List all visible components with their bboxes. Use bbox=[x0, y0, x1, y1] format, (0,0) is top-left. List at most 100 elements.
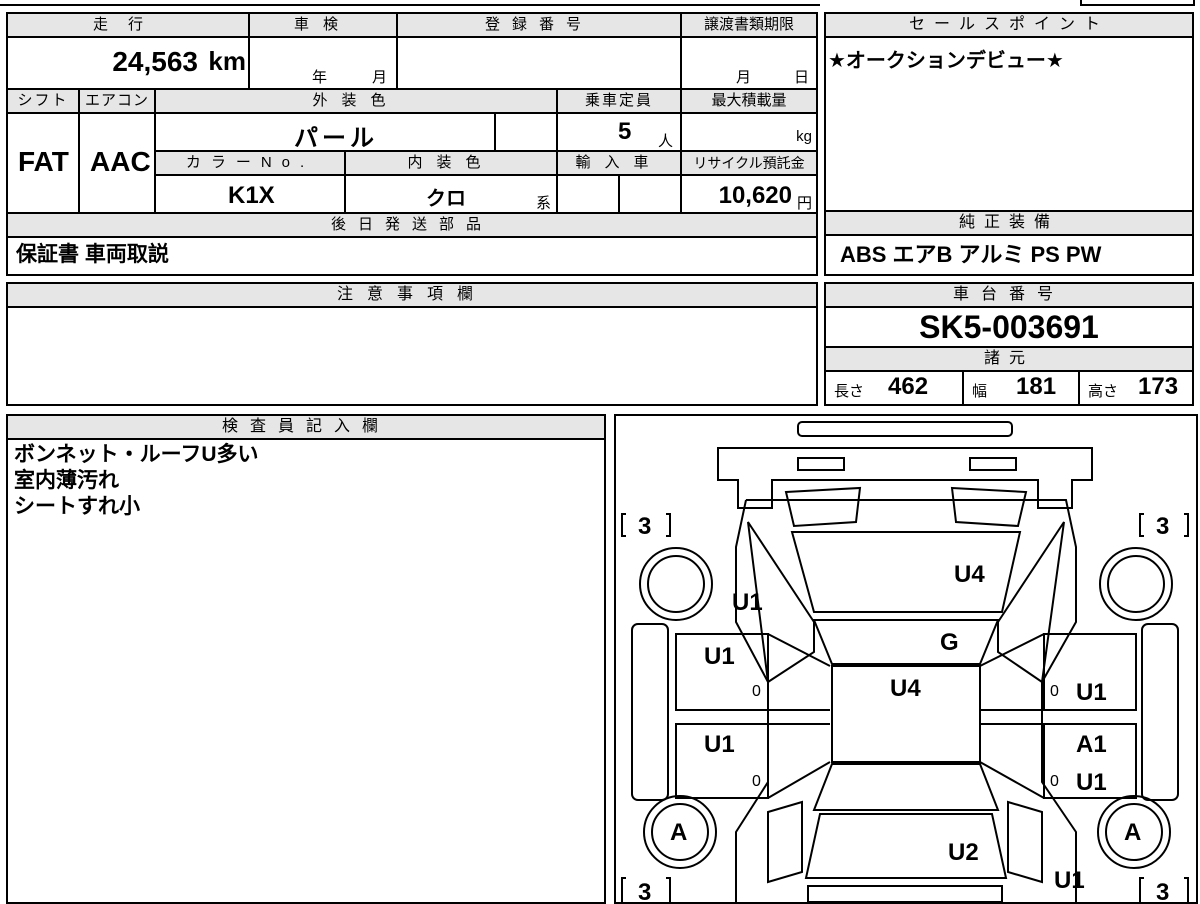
capacity-unit: 人 bbox=[658, 133, 674, 150]
interior-color-suffix: 系 bbox=[536, 195, 552, 212]
exterior-color-value: パール bbox=[294, 125, 378, 152]
transfer-deadline-label: 譲渡書類期限 bbox=[682, 14, 816, 38]
mileage-value: 24,563 bbox=[112, 46, 198, 77]
capacity-label: 乗車定員 bbox=[558, 90, 682, 114]
vehicle-info-grid: 走行 車検 登録番号 譲渡書類期限 24,563 km 年 月 月 日 シフト … bbox=[6, 12, 818, 276]
hood-panel bbox=[790, 531, 1022, 613]
rear-quarter-right bbox=[1007, 800, 1043, 884]
spec-height-value: 173 bbox=[1138, 373, 1179, 400]
rear-quarter-left bbox=[767, 800, 803, 884]
interior-color-label: 内装色 bbox=[346, 152, 558, 176]
capacity-cell: 5 人 bbox=[558, 114, 682, 152]
front-light-left bbox=[797, 457, 845, 471]
mark-front-left-fender: U1 bbox=[732, 589, 763, 616]
mileage-unit: km bbox=[208, 46, 246, 76]
inspection-cell: 年 月 bbox=[250, 38, 398, 90]
equipment-label: 純正装備 bbox=[826, 212, 1192, 236]
mark-left-front-door: U1 bbox=[704, 643, 735, 670]
front-light-right bbox=[969, 457, 1017, 471]
tire-depth-rr: 3 bbox=[1156, 879, 1169, 902]
ac-label: エアコン bbox=[80, 90, 156, 114]
ac-value: AAC bbox=[90, 146, 151, 177]
mileage-cell: 24,563 km bbox=[8, 38, 250, 90]
spec-length-value: 462 bbox=[888, 373, 929, 400]
wheel-front-right bbox=[1099, 547, 1173, 621]
max-load-unit: kg bbox=[796, 128, 812, 145]
tire-depth-rl: 3 bbox=[638, 879, 651, 902]
interior-color-value: クロ bbox=[426, 188, 466, 210]
ac-cell: AAC bbox=[80, 114, 156, 214]
headlight-left bbox=[784, 486, 862, 528]
mark-rear-hatch: U2 bbox=[948, 839, 979, 866]
inspector-box: 検査員記入欄 ボンネット・ルーフU多い 室内薄汚れ シートすれ小 bbox=[6, 414, 606, 904]
sales-point-label: セールスポイント bbox=[826, 14, 1192, 38]
deadline-day-unit: 日 bbox=[794, 69, 810, 86]
shift-value: FAT bbox=[18, 146, 69, 177]
tire-depth-fr: 3 bbox=[1156, 513, 1169, 540]
sill-right bbox=[1141, 623, 1179, 801]
mark-rear-left-wheel: A bbox=[670, 819, 687, 846]
spec-width: 幅 181 bbox=[964, 370, 1080, 404]
registration-label: 登録番号 bbox=[398, 14, 682, 38]
notes-label: 注意事項欄 bbox=[8, 284, 816, 308]
mark-left-front-door-zero: 0 bbox=[752, 683, 761, 700]
color-no-label: カラーNo. bbox=[156, 152, 346, 176]
import-cell-b bbox=[620, 176, 682, 214]
inspector-line-1: ボンネット・ルーフU多い bbox=[14, 443, 259, 466]
wheel-front-left bbox=[639, 547, 713, 621]
mark-windshield: G bbox=[940, 629, 959, 656]
mark-rear-right-wheel: A bbox=[1124, 819, 1141, 846]
tire-depth-fl: 3 bbox=[638, 513, 651, 540]
notes-box: 注意事項欄 bbox=[6, 282, 818, 406]
door-line-right bbox=[979, 633, 1045, 799]
chassis-number: SK5-003691 bbox=[919, 309, 1099, 345]
shift-cell: FAT bbox=[8, 114, 80, 214]
shift-label: シフト bbox=[8, 90, 80, 114]
mark-right-front-door-zero: 0 bbox=[1050, 683, 1059, 700]
recycle-cell: 10,620 円 bbox=[682, 176, 816, 214]
sales-point-box: セールスポイント ★オークションデビュー★ bbox=[824, 12, 1194, 212]
mark-left-rear-door-zero: 0 bbox=[752, 773, 761, 790]
spec-height: 高さ 173 bbox=[1080, 370, 1192, 404]
sales-point-text: ★オークションデビュー★ bbox=[828, 50, 1064, 72]
equipment-text: ABS エアB アルミ PS PW bbox=[840, 242, 1102, 267]
later-parts-label: 後日発送部品 bbox=[8, 214, 816, 238]
mark-left-rear-door: U1 bbox=[704, 731, 735, 758]
mark-right-front-door: U1 bbox=[1076, 679, 1107, 706]
specs-label: 諸元 bbox=[826, 346, 1192, 372]
exterior-color-cell: パール bbox=[156, 114, 496, 152]
spec-length-label: 長さ bbox=[834, 383, 865, 400]
mark-right-rear-door-a: A1 bbox=[1076, 731, 1107, 758]
deadline-month-unit: 月 bbox=[736, 69, 752, 86]
spec-height-label: 高さ bbox=[1088, 383, 1119, 400]
import-cell-a bbox=[558, 176, 620, 214]
capacity-value: 5 bbox=[618, 118, 632, 145]
color-no-value: K1X bbox=[228, 182, 275, 209]
sill-left bbox=[631, 623, 669, 801]
car-diagram: 3 3 3 3 U4 U1 G U4 U1 U1 U1 A1 U1 A A U2… bbox=[621, 421, 1189, 902]
top-strip-right bbox=[1080, 0, 1195, 6]
windshield bbox=[812, 619, 1000, 665]
mark-roof: U4 bbox=[890, 675, 921, 702]
inspector-line-2: 室内薄汚れ bbox=[14, 469, 119, 492]
max-load-cell: kg bbox=[682, 114, 816, 152]
exterior-color-extra bbox=[496, 114, 558, 152]
fender-right bbox=[997, 521, 1065, 684]
inspector-label: 検査員記入欄 bbox=[8, 416, 604, 440]
front-bumper-top bbox=[797, 421, 1013, 437]
spec-width-label: 幅 bbox=[972, 383, 988, 400]
wheel-front-left-inner bbox=[647, 555, 705, 613]
import-label: 輸入車 bbox=[558, 152, 682, 176]
chassis-label: 車台番号 bbox=[826, 284, 1192, 308]
inspection-month-unit: 月 bbox=[372, 69, 388, 86]
recycle-label: リサイクル預託金 bbox=[682, 152, 816, 176]
inspector-line-3: シートすれ小 bbox=[14, 495, 140, 518]
chassis-box: 車台番号 SK5-003691 諸元 長さ 462 幅 181 高さ 173 bbox=[824, 282, 1194, 406]
equipment-box: 純正装備 ABS エアB アルミ PS PW bbox=[824, 210, 1194, 276]
top-strip bbox=[0, 0, 820, 6]
spec-width-value: 181 bbox=[1016, 373, 1057, 400]
color-no-cell: K1X bbox=[156, 176, 346, 214]
mark-hood: U4 bbox=[954, 561, 985, 588]
spec-length: 長さ 462 bbox=[826, 370, 964, 404]
interior-color-cell: クロ 系 bbox=[346, 176, 558, 214]
